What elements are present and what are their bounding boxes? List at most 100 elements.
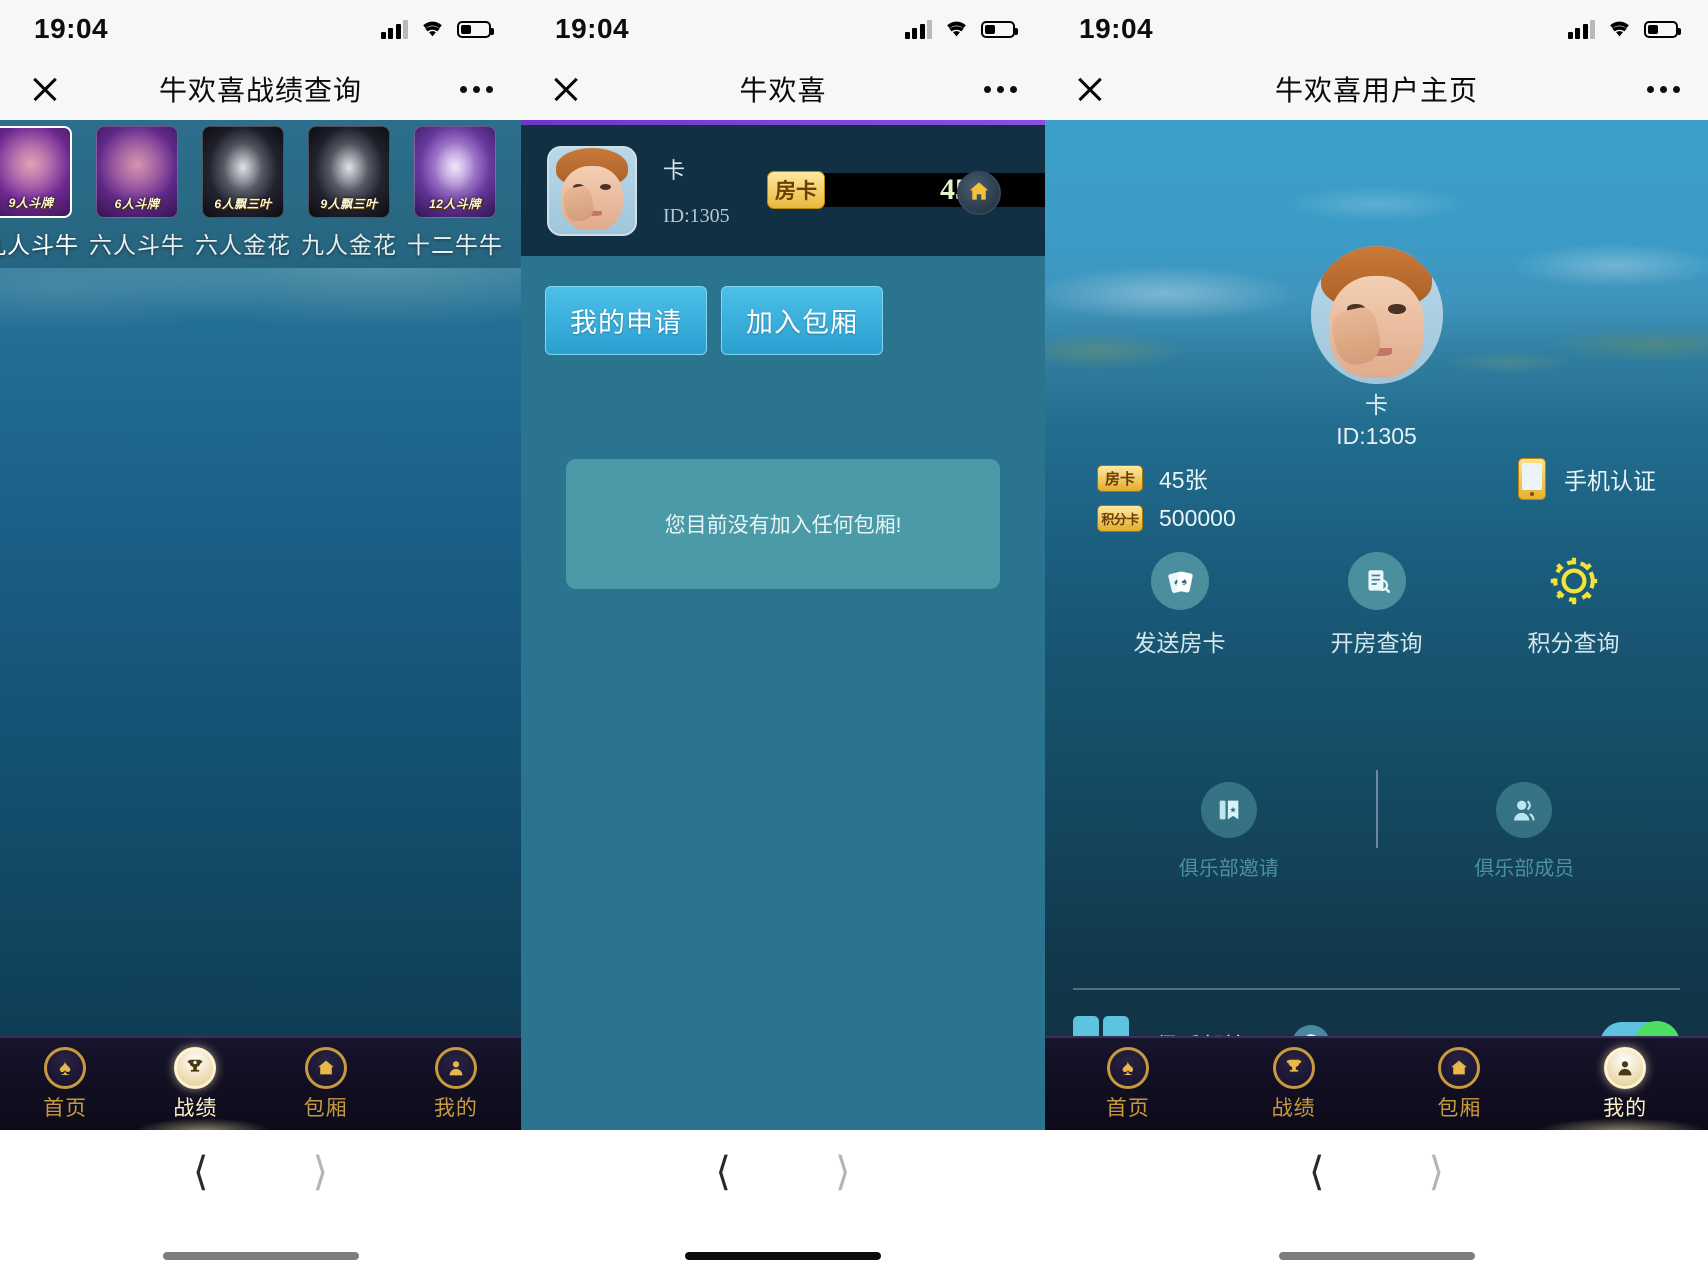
game-tab-label: 九人金花	[301, 232, 397, 258]
phone-screen-rooms: 19:04 牛欢喜 卡 ID:1305 房卡 45 我的申请 加入包厢 您目前没…	[521, 0, 1045, 1280]
cellular-signal-icon	[904, 19, 932, 39]
sidebar-item-records[interactable]: 战绩	[130, 1046, 260, 1122]
game-app-body-1: 9人斗牌 九人斗牛 6人斗牌 六人斗牛 6人飘三叶 六人金	[0, 120, 521, 1036]
room-card-value: 45张	[1159, 467, 1208, 493]
status-icons	[380, 19, 494, 39]
wifi-icon	[1606, 19, 1633, 39]
game-tab-label: 九人斗牛	[0, 232, 79, 258]
game-thumb-label: 12人斗牌	[429, 197, 481, 211]
sidebar-item-home[interactable]: ♠ 首页	[0, 1046, 130, 1122]
game-thumb-label: 9人斗牌	[8, 196, 54, 210]
club-management-toggle[interactable]	[1600, 1021, 1680, 1036]
browser-bottom-bar-1: ⟨ ⟩	[0, 1130, 521, 1280]
sidebar-item-records[interactable]: 战绩	[1211, 1046, 1377, 1122]
webview-navbar-1: 牛欢喜战绩查询	[0, 58, 521, 120]
sidebar-item-rooms[interactable]: 包厢	[261, 1046, 391, 1122]
wifi-icon	[943, 19, 970, 39]
game-tab-3[interactable]: 9人飘三叶 九人金花	[296, 120, 402, 260]
tab-label-mine: 我的	[433, 1096, 478, 1120]
home-button[interactable]	[957, 171, 1001, 215]
profile-action-row: ♠ ♠ 发送房卡 开房查询 积分查询	[1045, 552, 1708, 658]
cellular-signal-icon	[1567, 19, 1595, 39]
browser-bottom-bar-3: ⟨ ⟩	[1045, 1130, 1708, 1280]
more-options-icon[interactable]	[460, 85, 493, 93]
phone-screen-user-profile: 19:04 牛欢喜用户主页 卡 ID:1305 房卡 45张 积分卡 50000…	[1045, 0, 1708, 1280]
browser-arrows: ⟨ ⟩	[193, 1152, 328, 1192]
game-type-selector: 9人斗牌 九人斗牛 6人斗牌 六人斗牛 6人飘三叶 六人金	[0, 120, 521, 268]
chevron-left-icon[interactable]: ⟨	[193, 1152, 209, 1192]
help-icon[interactable]: ?	[1292, 1025, 1330, 1036]
game-thumb-label: 6人斗牌	[114, 197, 160, 211]
browser-arrows: ⟨ ⟩	[715, 1152, 850, 1192]
battery-icon	[457, 20, 494, 38]
page-title-2: 牛欢喜	[739, 75, 827, 106]
game-tab-1[interactable]: 6人斗牌 六人斗牛	[84, 120, 190, 260]
trophy-icon	[1272, 1046, 1315, 1089]
spade-icon: ♠	[1106, 1046, 1149, 1089]
tab-label-rooms: 包厢	[303, 1096, 348, 1120]
tab-label-records: 战绩	[173, 1096, 218, 1120]
room-card-icon: 房卡	[767, 171, 825, 209]
score-card-icon: 积分卡	[1097, 504, 1143, 532]
sidebar-item-mine[interactable]: 我的	[391, 1046, 521, 1122]
browser-bottom-bar-2: ⟨ ⟩	[521, 1130, 1045, 1280]
sidebar-item-rooms[interactable]: 包厢	[1377, 1046, 1543, 1122]
close-icon[interactable]	[1073, 72, 1107, 106]
svg-text:★: ★	[1229, 805, 1236, 814]
phone-auth-label: 手机认证	[1564, 468, 1656, 494]
game-tab-0[interactable]: 9人斗牌 九人斗牛	[0, 120, 84, 260]
page-title-3: 牛欢喜用户主页	[1274, 75, 1478, 106]
battery-icon	[1644, 20, 1681, 38]
phone-auth-button[interactable]: 手机认证	[1518, 458, 1656, 500]
spade-icon: ♠	[44, 1046, 87, 1089]
user-info-bar: 卡 ID:1305 房卡 45	[521, 125, 1045, 256]
send-room-card-action[interactable]: ♠ ♠ 发送房卡	[1081, 552, 1278, 658]
room-query-label: 开房查询	[1330, 630, 1423, 656]
profile-id: ID:1305	[1336, 423, 1417, 449]
avatar[interactable]	[1310, 246, 1443, 384]
score-query-action[interactable]: 积分查询	[1475, 552, 1672, 658]
close-icon[interactable]	[549, 72, 583, 106]
chevron-left-icon[interactable]: ⟨	[1309, 1152, 1325, 1192]
join-room-button[interactable]: 加入包厢	[721, 286, 883, 355]
game-tab-2[interactable]: 6人飘三叶 六人金花	[190, 120, 296, 260]
room-card-count: 45	[819, 173, 1045, 207]
close-icon[interactable]	[28, 72, 62, 106]
chevron-right-icon[interactable]: ⟩	[1429, 1152, 1445, 1192]
game-thumb-label: 6人飘三叶	[214, 197, 272, 211]
sidebar-item-home[interactable]: ♠ 首页	[1045, 1046, 1211, 1122]
status-bar-3: 19:04	[1045, 0, 1708, 58]
home-icon	[966, 178, 992, 209]
profile-app-body: 卡 ID:1305 房卡 45张 积分卡 500000 手机认证 ♠ ♠ 发送房…	[1045, 120, 1708, 1036]
club-invite-action[interactable]: ★ 俱乐部邀请	[1081, 782, 1377, 881]
phone-screen-battle-records: 19:04 牛欢喜战绩查询 9人斗牌 人斗牛 6人斗牌 六人斗牛 6人飘三叶 六…	[0, 0, 521, 1280]
my-application-button[interactable]: 我的申请	[545, 286, 707, 355]
chevron-right-icon[interactable]: ⟩	[313, 1152, 329, 1192]
send-room-card-label: 发送房卡	[1133, 630, 1226, 656]
invite-ticket-icon: ★	[1200, 782, 1257, 838]
trophy-icon	[174, 1046, 217, 1089]
club-management-label: 俱乐部管理	[1155, 1027, 1270, 1036]
more-options-icon[interactable]	[1647, 85, 1680, 93]
sidebar-item-mine[interactable]: 我的	[1542, 1046, 1708, 1122]
club-members-action[interactable]: 俱乐部成员	[1377, 782, 1673, 881]
room-card-counter: 房卡 45	[767, 171, 1045, 209]
tab-label-home: 首页	[1105, 1096, 1150, 1120]
game-tab-4[interactable]: 12人斗牌 十二牛牛	[402, 120, 508, 260]
game-thumb-icon: 6人斗牌	[96, 126, 178, 218]
avatar-image	[549, 147, 635, 234]
avatar[interactable]	[547, 145, 637, 236]
chevron-right-icon[interactable]: ⟩	[835, 1152, 851, 1192]
status-icons	[1567, 19, 1681, 39]
game-thumb-label: 9人飘三叶	[320, 197, 378, 211]
room-query-action[interactable]: 开房查询	[1278, 552, 1475, 658]
score-card-value: 500000	[1159, 504, 1236, 531]
bottom-tabbar-1: ♠ 首页 战绩 包厢 我的	[0, 1036, 521, 1144]
empty-rooms-notice: 您目前没有加入任何包厢!	[566, 459, 1000, 589]
grid-icon[interactable]	[1073, 1016, 1129, 1036]
more-options-icon[interactable]	[984, 85, 1017, 93]
game-thumb-icon: 6人飘三叶	[202, 126, 284, 218]
chevron-left-icon[interactable]: ⟨	[715, 1152, 731, 1192]
bottom-tabbar-3: ♠ 首页 战绩 包厢 我的	[1045, 1036, 1708, 1144]
user-icon	[434, 1046, 477, 1089]
